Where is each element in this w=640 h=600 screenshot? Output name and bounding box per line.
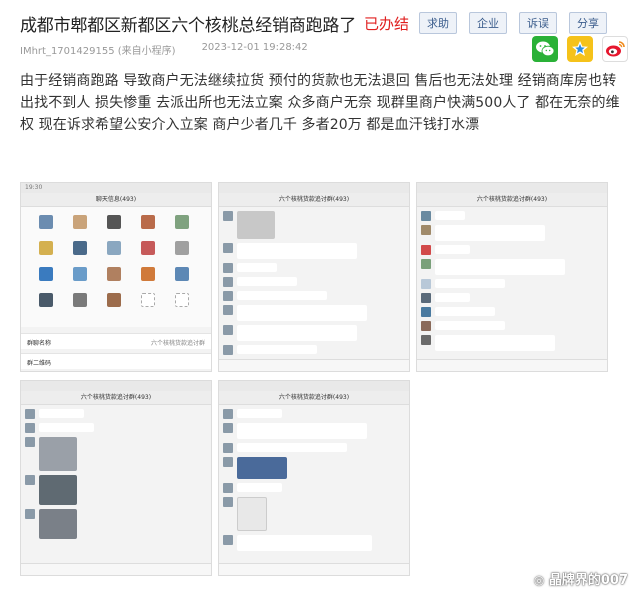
chat-input-bar [219, 359, 409, 371]
chat-screenshot-4[interactable]: 六个核桃货款追讨群(493) [20, 380, 212, 576]
tag-share[interactable]: 分享 [569, 12, 608, 34]
member-avatar [73, 267, 87, 281]
chat-message [223, 423, 405, 439]
chat-message [421, 293, 603, 303]
chat-header: 六个核桃货款追讨群(493) [219, 391, 409, 405]
post-meta: IMhrt_1701429155 (来自小程序) 2023-12-01 19:2… [20, 42, 308, 57]
chat-message [223, 243, 405, 259]
chat-input-bar [21, 563, 211, 575]
chat-message [421, 307, 603, 317]
add-member-icon [141, 293, 155, 307]
watermark-text: 晶牌界的007 [548, 573, 628, 588]
member-avatar [175, 267, 189, 281]
chat-message [421, 225, 603, 241]
member-avatar [175, 241, 189, 255]
member-avatar [141, 241, 155, 255]
chat-photo [25, 437, 207, 471]
post-body: 由于经销商跑路 导致商户无法继续拉货 预付的货款也无法退回 售后也无法处理 经销… [20, 73, 620, 133]
chat-header: 六个核桃货款追讨群(493) [417, 193, 607, 207]
chat-message [223, 263, 405, 273]
member-avatar [175, 215, 189, 229]
chat-message [223, 483, 405, 493]
post-datetime: 2023-12-01 19:28:42 [201, 42, 308, 53]
chat-message [223, 409, 405, 419]
member-avatar [73, 293, 87, 307]
share-bar [532, 36, 628, 62]
member-avatar [141, 267, 155, 281]
group-name-row: 群聊名称 六个核桃货款追讨群 [21, 333, 211, 349]
group-name-value: 六个核桃货款追讨群 [150, 340, 205, 347]
watermark: ◎ 晶牌界的007 [534, 569, 628, 588]
chat-message [25, 423, 207, 433]
wechat-icon[interactable] [532, 36, 558, 62]
chat-message [223, 291, 405, 301]
tag-list: 求助 企业 诉误 分享 [419, 12, 619, 34]
member-grid [21, 207, 211, 327]
chat-message [223, 325, 405, 341]
member-avatar [39, 293, 53, 307]
chat-input-bar [219, 563, 409, 575]
member-avatar [107, 241, 121, 255]
chat-message [25, 409, 207, 419]
chat-message [223, 443, 405, 453]
chat-message [223, 345, 405, 355]
chat-message [223, 277, 405, 287]
chat-screenshot-group-info[interactable]: 19:30 聊天信息(493) 群聊名称 六个核桃货款追讨群 群二维码 [20, 182, 212, 372]
group-qrcode-row: 群二维码 [21, 353, 211, 369]
group-name-label: 群聊名称 [27, 340, 52, 347]
chat-photo [25, 475, 207, 505]
member-avatar [107, 267, 121, 281]
chat-message [421, 279, 603, 289]
chat-screenshot-5[interactable]: 六个核桃货款追讨群(493) [218, 380, 410, 576]
post-header: 成都市郫都区新都区六个核桃总经销商跑路了 已办结 求助 企业 诉误 分享 [20, 10, 630, 36]
watermark-logo-icon: ◎ [533, 573, 545, 587]
tag-help[interactable]: 求助 [419, 12, 458, 34]
chat-message [223, 211, 405, 239]
chat-message [223, 535, 405, 551]
tag-enterprise[interactable]: 企业 [469, 12, 508, 34]
status-time: 19:30 [25, 184, 43, 191]
member-avatar [107, 215, 121, 229]
chat-photo [25, 509, 207, 539]
chat-header: 六个核桃货款追讨群(493) [219, 193, 409, 207]
chat-photo [223, 497, 405, 531]
chat-message [421, 335, 603, 351]
author-name[interactable]: IMhrt_1701429155 (来自小程序) [20, 42, 176, 57]
member-avatar [39, 267, 53, 281]
member-avatar [73, 241, 87, 255]
chat-screenshot-2[interactable]: 六个核桃货款追讨群(493) [218, 182, 410, 372]
chat-message [421, 245, 603, 255]
chat-message [223, 305, 405, 321]
member-avatar [39, 241, 53, 255]
member-avatar [39, 215, 53, 229]
chat-message [421, 211, 603, 221]
page-title: 成都市郫都区新都区六个核桃总经销商跑路了 [20, 15, 356, 36]
member-avatar [141, 215, 155, 229]
chat-message [421, 259, 603, 275]
chat-header: 聊天信息(493) [21, 193, 211, 207]
chat-header: 六个核桃货款追讨群(493) [21, 391, 211, 405]
status-badge: 已办结 [364, 14, 410, 33]
group-qrcode-label: 群二维码 [27, 360, 52, 367]
weibo-icon[interactable] [602, 36, 628, 62]
member-avatar [73, 215, 87, 229]
chat-screenshot-3[interactable]: 六个核桃货款追讨群(493) [416, 182, 608, 372]
chat-input-bar [417, 359, 607, 371]
member-avatar [107, 293, 121, 307]
qzone-icon[interactable] [567, 36, 593, 62]
tag-complaint[interactable]: 诉误 [519, 12, 558, 34]
chat-message [421, 321, 603, 331]
chat-photo [223, 457, 405, 479]
remove-member-icon [175, 293, 189, 307]
